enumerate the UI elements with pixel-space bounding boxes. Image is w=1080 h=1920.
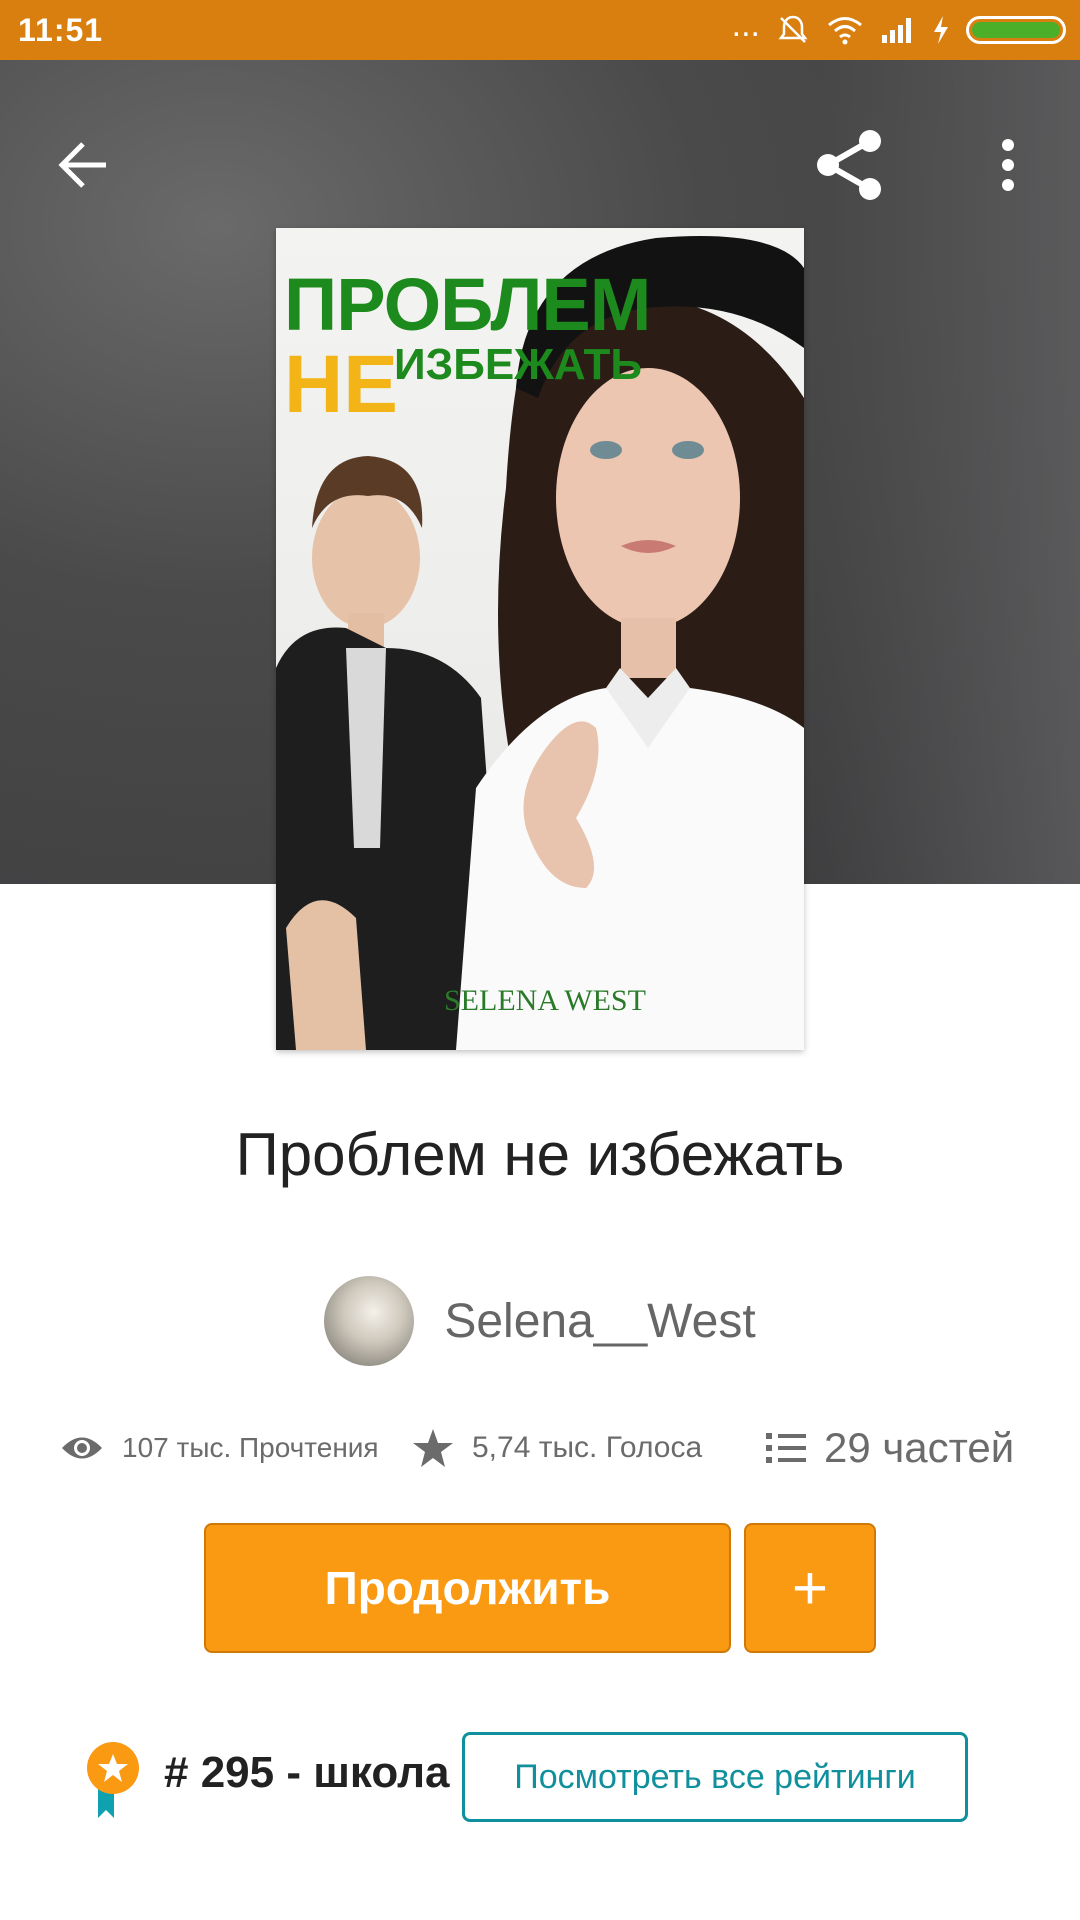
author-row[interactable]: Selena__West bbox=[0, 1276, 1080, 1366]
status-bar: 11:51 ... bbox=[0, 0, 1080, 60]
status-icons: ... bbox=[731, 6, 1066, 50]
silent-icon bbox=[778, 15, 808, 43]
back-button[interactable] bbox=[34, 115, 134, 215]
charging-icon bbox=[934, 16, 948, 44]
status-dots: ... bbox=[731, 6, 760, 44]
signal-icon bbox=[882, 18, 911, 43]
list-icon bbox=[766, 1433, 806, 1463]
book-stats: 107 тыс. Прочтения 5,74 тыс. Голоса 29 ч… bbox=[0, 1418, 1080, 1478]
cover-title-line2: ИЗБЕЖАТЬ bbox=[394, 340, 643, 389]
ranking-row: # 295 - школа Посмотреть все рейтинги bbox=[0, 1726, 1080, 1830]
stat-parts[interactable]: 29 частей bbox=[766, 1418, 1014, 1478]
share-icon bbox=[817, 130, 881, 200]
stat-votes: 5,74 тыс. Голоса bbox=[412, 1418, 702, 1478]
status-time: 11:51 bbox=[18, 12, 104, 48]
continue-reading-button[interactable]: Продолжить bbox=[204, 1523, 731, 1653]
author-name[interactable]: Selena__West bbox=[444, 1294, 755, 1349]
cover-title-line1: ПРОБЛЕМ bbox=[284, 263, 651, 346]
back-arrow-icon bbox=[58, 142, 106, 188]
eye-icon bbox=[62, 1437, 102, 1459]
book-title: Проблем не избежать bbox=[235, 1121, 845, 1188]
share-button[interactable] bbox=[800, 115, 900, 215]
more-options-button[interactable] bbox=[958, 115, 1058, 215]
cover-title-ne: НЕ bbox=[284, 339, 398, 430]
wifi-icon bbox=[828, 17, 862, 45]
ranking-text: # 295 - школа bbox=[164, 1748, 450, 1797]
reads-count: 107 тыс. Прочтения bbox=[122, 1432, 379, 1463]
stat-reads: 107 тыс. Прочтения bbox=[60, 1418, 379, 1478]
star-icon bbox=[413, 1429, 453, 1467]
battery-icon bbox=[966, 16, 1066, 44]
add-to-library-button[interactable]: + bbox=[744, 1523, 876, 1653]
cover-author: SELENA WEST bbox=[444, 984, 646, 1017]
ranking-badge-icon bbox=[87, 1742, 139, 1818]
book-cover: ПРОБЛЕМ НЕ ИЗБЕЖАТЬ SELENA WEST bbox=[276, 228, 804, 1050]
votes-count: 5,74 тыс. Голоса bbox=[472, 1431, 703, 1464]
more-vert-icon bbox=[1002, 139, 1014, 191]
parts-count[interactable]: 29 частей bbox=[824, 1424, 1014, 1472]
author-avatar[interactable] bbox=[324, 1276, 415, 1366]
view-all-rankings-button[interactable]: Посмотреть все рейтинги bbox=[462, 1732, 968, 1822]
